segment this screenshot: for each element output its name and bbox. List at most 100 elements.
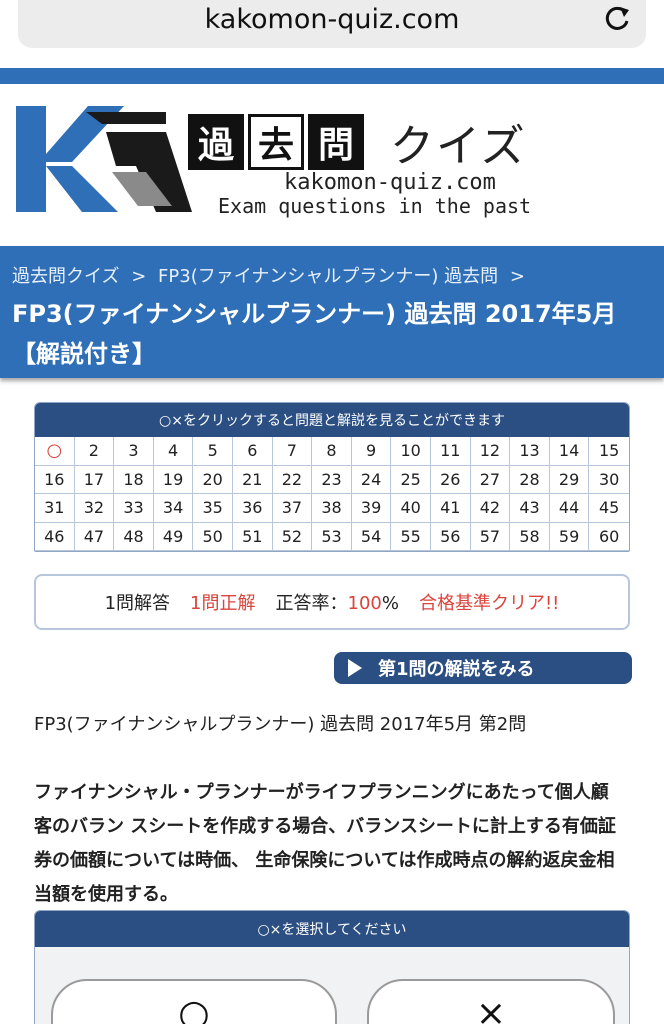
question-number-cell[interactable]: 57 — [470, 522, 511, 551]
accuracy-label: 正答率： — [275, 593, 348, 614]
question-number-cell[interactable]: 17 — [74, 465, 115, 494]
question-number-cell[interactable]: 4 — [153, 437, 194, 466]
question-number-cell[interactable]: 59 — [549, 522, 590, 551]
logo-tagline: Exam questions in the past — [218, 194, 532, 218]
logo-kanji-2: 去 — [248, 114, 304, 170]
question-number-cell[interactable]: 7 — [272, 437, 313, 466]
question-number-cell[interactable]: 34 — [153, 494, 194, 523]
question-number-cell[interactable]: 37 — [272, 494, 313, 523]
question-number-cell[interactable]: 6 — [232, 437, 273, 466]
question-number-cell[interactable]: 18 — [114, 465, 154, 494]
breadcrumb: 過去問クイズ > FP3(ファイナンシャルプランナー) 過去問 > — [12, 262, 531, 288]
logo-kanji-1: 過 — [188, 114, 244, 170]
question-number-cell[interactable]: 50 — [193, 522, 233, 551]
correct-count: 1問正解 — [190, 593, 256, 614]
question-number-cell[interactable]: 40 — [391, 494, 431, 523]
question-number-cell[interactable]: 38 — [312, 494, 352, 523]
accuracy-rate: 正答率：100% — [276, 589, 399, 615]
question-number-cell[interactable]: 31 — [35, 494, 75, 523]
browser-bar: kakomon-quiz.com — [0, 0, 664, 68]
site-logo[interactable]: 過 去 問 クイズ kakomon-quiz.com Exam question… — [16, 106, 536, 222]
question-number-cell[interactable]: 11 — [430, 437, 471, 466]
question-number-cell[interactable]: 8 — [312, 437, 352, 466]
question-number-cell[interactable]: 24 — [351, 465, 392, 494]
view-explanation-button[interactable]: 第1問の解説をみる — [334, 652, 632, 684]
logo-domain: kakomon-quiz.com — [284, 170, 496, 195]
question-number-cell[interactable]: 25 — [391, 465, 431, 494]
question-number-cell[interactable]: 36 — [232, 494, 273, 523]
question-number-cell[interactable]: 33 — [114, 494, 154, 523]
question-label: FP3(ファイナンシャルプランナー) 過去問 2017年5月 第2問 — [34, 714, 527, 735]
breadcrumb-separator: > — [509, 266, 525, 287]
question-number-cell[interactable]: 56 — [430, 522, 471, 551]
question-number-cell[interactable]: 45 — [589, 494, 629, 523]
question-number-cell[interactable]: 12 — [470, 437, 511, 466]
answered-count: 1問解答 — [104, 593, 171, 614]
question-number-cell[interactable]: 27 — [470, 465, 511, 494]
question-number-cell[interactable]: ○ — [35, 437, 75, 466]
score-summary: 1問解答 1問正解 正答率：100% 合格基準クリア!! — [34, 574, 630, 630]
question-number-cell[interactable]: 35 — [193, 494, 233, 523]
question-number-cell[interactable]: 54 — [351, 522, 392, 551]
question-number-cell[interactable]: 10 — [391, 437, 431, 466]
question-number-cell[interactable]: 14 — [549, 437, 590, 466]
question-number-cell[interactable]: 58 — [510, 522, 550, 551]
answer-header: ○×を選択してください — [35, 911, 629, 947]
play-icon — [348, 659, 362, 677]
logo-kana: クイズ — [390, 121, 527, 172]
question-number-cell[interactable]: 30 — [589, 466, 629, 494]
question-number-cell[interactable]: 29 — [549, 465, 590, 494]
question-number-cell[interactable]: 16 — [35, 465, 75, 494]
question-number-cell[interactable]: 48 — [114, 522, 154, 551]
question-number-cell[interactable]: 51 — [232, 522, 273, 551]
question-number-cell[interactable]: 15 — [589, 437, 629, 466]
page-title: FP3(ファイナンシャルプランナー) 過去問 2017年5月 【解説付き】 — [12, 300, 617, 368]
question-number-cell[interactable]: 26 — [430, 465, 471, 494]
question-number-cell[interactable]: 55 — [391, 522, 431, 551]
question-grid-panel: ○×をクリックすると問題と解説を見ることができます ○ 2 3 4 5 6 7 8 9 10 11 1… — [34, 402, 630, 552]
header-strip — [0, 68, 664, 84]
title-banner: 過去問クイズ > FP3(ファイナンシャルプランナー) 過去問 > FP3(ファ… — [0, 246, 664, 378]
question-number-cell[interactable]: 42 — [470, 494, 511, 523]
question-number-cell[interactable]: 52 — [272, 522, 313, 551]
question-number-cell[interactable]: 13 — [510, 437, 550, 466]
question-number-cell[interactable]: 46 — [35, 522, 75, 551]
question-number-cell[interactable]: 19 — [153, 465, 194, 494]
question-number-cell[interactable]: 28 — [510, 465, 550, 494]
breadcrumb-home-link[interactable]: 過去問クイズ — [12, 266, 119, 287]
breadcrumb-category-link[interactable]: FP3(ファイナンシャルプランナー) 過去問 — [158, 266, 498, 287]
question-number-cell[interactable]: 44 — [549, 494, 590, 523]
question-number-cell[interactable]: 22 — [272, 465, 313, 494]
accuracy-value: 100 — [347, 593, 382, 614]
answer-body: ○ × — [35, 947, 629, 1024]
question-number-cell[interactable]: 20 — [193, 465, 233, 494]
question-number-cell[interactable]: 49 — [153, 522, 194, 551]
question-number-cell[interactable]: 23 — [312, 465, 352, 494]
kq-logo-icon — [16, 106, 192, 212]
pass-status: 合格基準クリア!! — [418, 593, 560, 614]
question-number-cell[interactable]: 39 — [351, 494, 392, 523]
breadcrumb-separator: > — [131, 266, 147, 287]
question-text: ファイナンシャル・プランナーがライフプランニングにあたって個人顧客のバラン スシ… — [34, 782, 616, 905]
question-number-cell[interactable]: 53 — [312, 522, 352, 551]
url-text[interactable]: kakomon-quiz.com — [0, 4, 664, 35]
question-number-cell[interactable]: 9 — [351, 437, 392, 466]
question-number-cell[interactable]: 2 — [74, 437, 115, 466]
question-number-cell[interactable]: 60 — [589, 523, 629, 551]
grid-header: ○×をクリックすると問題と解説を見ることができます — [35, 403, 629, 437]
view-explanation-label: 第1問の解説をみる — [378, 659, 535, 680]
question-number-cell[interactable]: 5 — [193, 437, 233, 466]
question-number-cell[interactable]: 3 — [114, 437, 154, 466]
accuracy-unit: % — [381, 593, 399, 614]
question-number-cell[interactable]: 32 — [74, 494, 115, 523]
reload-icon[interactable] — [600, 2, 634, 36]
answer-true-button[interactable]: ○ — [51, 979, 337, 1024]
question-grid: ○ 2 3 4 5 6 7 8 9 10 11 12 13 14 15 16 17 18 19 20 21 22 23 24 2… — [35, 437, 629, 551]
answer-panel: ○×を選択してください ○ × — [34, 910, 630, 1024]
answer-false-button[interactable]: × — [367, 979, 615, 1024]
logo-kanji-3: 問 — [308, 114, 364, 170]
question-number-cell[interactable]: 43 — [510, 494, 550, 523]
question-number-cell[interactable]: 41 — [430, 494, 471, 523]
question-number-cell[interactable]: 21 — [232, 465, 273, 494]
question-number-cell[interactable]: 47 — [74, 522, 115, 551]
